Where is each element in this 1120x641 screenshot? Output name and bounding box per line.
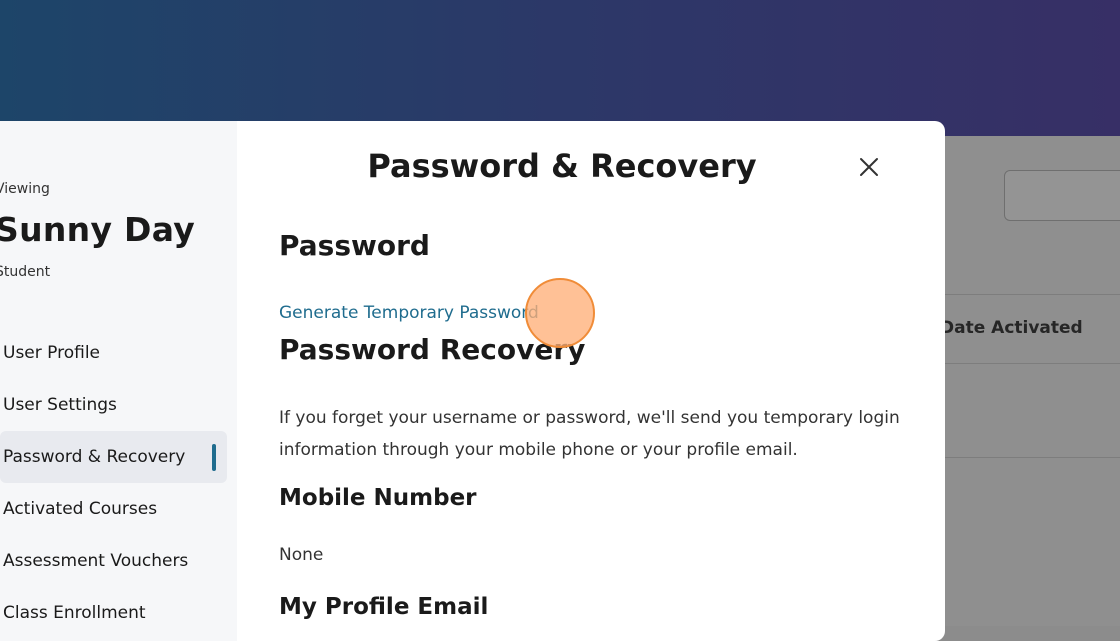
viewing-label: Viewing	[0, 181, 50, 197]
sidebar-item-password-recovery[interactable]: Password & Recovery	[0, 431, 227, 483]
background-search-input	[1004, 170, 1120, 221]
sidebar-item-assessment-vouchers[interactable]: Assessment Vouchers	[0, 535, 227, 587]
sidebar-item-activated-courses[interactable]: Activated Courses	[0, 483, 227, 535]
recovery-description: If you forget your username or password,…	[279, 408, 900, 460]
generate-temporary-password-link[interactable]: Generate Temporary Password	[279, 303, 539, 323]
click-marker	[525, 278, 595, 348]
table-divider	[945, 294, 1120, 295]
sidebar-item-label: Activated Courses	[3, 499, 158, 519]
sidebar-item-class-enrollment[interactable]: Class Enrollment	[0, 587, 227, 639]
mobile-number-value: None	[279, 545, 324, 565]
password-recovery-modal: Viewing Sunny Day Student User Profile U…	[0, 121, 945, 641]
user-name: Sunny Day	[0, 210, 196, 249]
sidebar-item-label: Assessment Vouchers	[3, 551, 189, 571]
sidebar-nav: User Profile User Settings Password & Re…	[0, 327, 227, 639]
sidebar-item-user-profile[interactable]: User Profile	[0, 327, 227, 379]
sidebar-item-user-settings[interactable]: User Settings	[0, 379, 227, 431]
sidebar-item-label: User Profile	[3, 343, 101, 363]
table-divider	[945, 457, 1120, 458]
close-icon	[860, 158, 878, 176]
modal-title: Password & Recovery	[367, 147, 757, 185]
table-column-header: Date Activated	[940, 318, 1083, 338]
password-heading: Password	[279, 229, 430, 262]
page-header-banner	[0, 0, 1120, 136]
profile-email-heading: My Profile Email	[279, 594, 489, 620]
mobile-number-heading: Mobile Number	[279, 485, 477, 511]
sidebar-item-label: Password & Recovery	[3, 447, 186, 467]
active-indicator	[212, 444, 216, 471]
sidebar-item-label: User Settings	[3, 395, 117, 415]
modal-content: Password & Recovery Password Generate Te…	[237, 121, 945, 641]
sidebar-item-label: Class Enrollment	[3, 603, 146, 623]
modal-sidebar: Viewing Sunny Day Student User Profile U…	[0, 121, 237, 641]
user-role: Student	[0, 264, 51, 280]
close-button[interactable]	[857, 155, 881, 179]
table-divider	[945, 363, 1120, 364]
